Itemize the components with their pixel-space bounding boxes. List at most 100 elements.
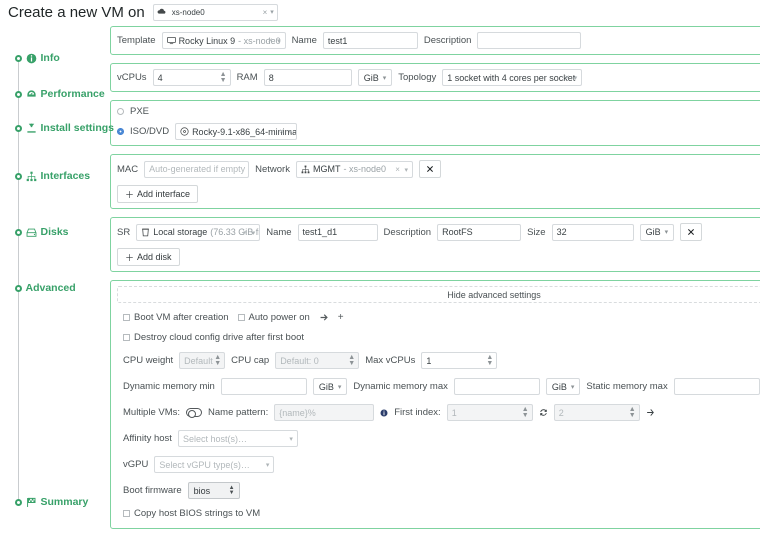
copies-input[interactable]: 2 ▲ ▼ bbox=[553, 404, 640, 421]
chevron-down-icon[interactable]: ▾ bbox=[252, 229, 256, 237]
cpu-cap-input[interactable]: Default: 0 ▲ ▼ bbox=[275, 352, 360, 369]
chevron-down-icon[interactable]: ▾ bbox=[404, 166, 408, 174]
ram-input[interactable]: 8 bbox=[263, 69, 352, 86]
vcpus-input[interactable]: 4 ▲ ▼ bbox=[152, 69, 231, 86]
multiple-vms-toggle[interactable] bbox=[186, 408, 203, 418]
flag-icon bbox=[26, 497, 37, 508]
topology-select[interactable]: 1 socket with 4 cores per socket × ▾ bbox=[442, 69, 583, 86]
remove-interface-button[interactable] bbox=[418, 160, 441, 178]
first-index-value: 1 bbox=[451, 407, 457, 418]
max-vcpus-value: 1 bbox=[426, 355, 432, 366]
name-pattern-input[interactable]: {name}% bbox=[274, 404, 375, 421]
add-interface-button[interactable]: ＋ Add interface bbox=[117, 185, 199, 203]
pxe-radio[interactable] bbox=[117, 108, 124, 115]
disk-name-label: Name bbox=[266, 226, 292, 238]
ram-unit-select[interactable]: GiB ▾ bbox=[357, 69, 393, 86]
cpu-cap-label: CPU cap bbox=[231, 355, 270, 366]
vgpu-select[interactable]: Select vGPU type(s)… ▾ bbox=[154, 456, 275, 473]
stepper-arrows[interactable]: ▲ ▼ bbox=[348, 354, 355, 367]
vcpus-label: vCPUs bbox=[117, 72, 147, 83]
boot-firmware-value: bios bbox=[193, 485, 211, 496]
destroy-cloud-config-checkbox[interactable]: Destroy cloud config drive after first b… bbox=[123, 332, 304, 343]
chevron-down-icon[interactable]: ▾ bbox=[266, 461, 270, 469]
copies-value: 2 bbox=[558, 407, 564, 418]
name-input[interactable]: test1 bbox=[322, 32, 418, 49]
boot-vm-after-creation-checkbox[interactable]: Boot VM after creation bbox=[123, 312, 229, 323]
dynamic-memory-max-unit[interactable]: GiB ▾ bbox=[545, 378, 581, 395]
sr-select[interactable]: Local storage (76.33 GiB free… × ▾ bbox=[136, 223, 261, 241]
rail-item-interfaces[interactable]: Interfaces bbox=[0, 170, 90, 182]
page-title: Create a new VM on bbox=[8, 3, 145, 21]
topology-clear-icon[interactable]: × bbox=[565, 73, 570, 82]
chevron-down-icon[interactable]: ▾ bbox=[574, 74, 578, 82]
stepper-arrows[interactable]: ▲ ▼ bbox=[220, 71, 227, 84]
network-clear-icon[interactable]: × bbox=[395, 165, 400, 174]
max-vcpus-label: Max vCPUs bbox=[365, 355, 416, 366]
rail-item-info[interactable]: Info bbox=[0, 52, 60, 64]
static-memory-max-label: Static memory max bbox=[586, 381, 668, 392]
chevron-down-icon[interactable]: ▾ bbox=[277, 37, 281, 45]
network-icon bbox=[301, 165, 310, 174]
stepper-arrows[interactable]: ▲ ▼ bbox=[486, 354, 493, 367]
chevron-down-icon[interactable]: ▾ bbox=[289, 128, 293, 136]
add-disk-button[interactable]: ＋ Add disk bbox=[117, 248, 180, 266]
rail-item-install-settings[interactable]: Install settings bbox=[0, 122, 114, 134]
apply-arrow-icon[interactable] bbox=[646, 408, 655, 417]
affinity-host-select[interactable]: Select host(s)… ▾ bbox=[177, 430, 298, 447]
sr-clear-icon[interactable]: × bbox=[243, 228, 248, 237]
mac-input[interactable]: Auto-generated if empty bbox=[144, 160, 250, 178]
affinity-placeholder: Select host(s)… bbox=[182, 433, 247, 444]
cpu-cap-placeholder: Default: 0 bbox=[280, 355, 319, 366]
first-index-input[interactable]: 1 ▲ ▼ bbox=[446, 404, 533, 421]
page-header: Create a new VM on xs-node0 × ▾ bbox=[0, 0, 760, 22]
description-input[interactable] bbox=[477, 32, 582, 49]
affinity-host-label: Affinity host bbox=[123, 433, 172, 444]
stepper-arrows[interactable]: ▲ ▼ bbox=[522, 406, 529, 419]
add-power-icon[interactable]: + bbox=[338, 312, 344, 323]
rail-dot bbox=[14, 90, 22, 98]
disk-size-input[interactable]: 32 bbox=[551, 223, 634, 241]
stepper-arrows[interactable]: ▲ ▼ bbox=[629, 406, 636, 419]
rail-item-summary[interactable]: Summary bbox=[0, 496, 88, 508]
add-disk-label: Add disk bbox=[137, 252, 172, 262]
template-select[interactable]: Rocky Linux 9 - xs-node0 × ▾ bbox=[161, 32, 286, 49]
rail-item-disks[interactable]: Disks bbox=[0, 226, 69, 238]
rail-dot bbox=[14, 498, 22, 506]
chevron-down-icon[interactable]: ▾ bbox=[289, 435, 293, 443]
checkbox-box bbox=[123, 510, 130, 517]
network-select[interactable]: MGMT - xs-node0 × ▾ bbox=[295, 160, 413, 178]
isodvd-radio[interactable] bbox=[117, 128, 124, 135]
rail-label: Install settings bbox=[40, 122, 115, 134]
iso-clear-icon[interactable]: × bbox=[279, 127, 284, 136]
node-select[interactable]: xs-node0 × ▾ bbox=[152, 3, 278, 21]
dynamic-memory-max-input[interactable] bbox=[453, 378, 540, 395]
auto-power-on-checkbox[interactable]: Auto power on bbox=[237, 312, 310, 323]
disk-name-input[interactable]: test1_d1 bbox=[297, 223, 378, 241]
toggle-advanced-settings[interactable]: Hide advanced settings bbox=[117, 286, 760, 303]
dynamic-memory-min-input[interactable] bbox=[220, 378, 307, 395]
boot-firmware-label: Boot firmware bbox=[123, 485, 182, 496]
boot-firmware-select[interactable]: bios ▲ ▼ bbox=[187, 482, 240, 499]
max-vcpus-input[interactable]: 1 ▲ ▼ bbox=[421, 352, 498, 369]
vgpu-placeholder: Select vGPU type(s)… bbox=[159, 459, 250, 470]
info-icon[interactable] bbox=[380, 409, 388, 417]
panel-install-settings: PXE ISO/DVD Rocky-9.1-x86_64-minimal.i… … bbox=[110, 100, 760, 146]
refresh-icon[interactable] bbox=[539, 408, 548, 417]
copy-bios-strings-checkbox[interactable]: Copy host BIOS strings to VM bbox=[123, 508, 260, 519]
dynamic-memory-min-unit[interactable]: GiB ▾ bbox=[312, 378, 348, 395]
disk-size-unit-select[interactable]: GiB ▾ bbox=[639, 223, 675, 241]
rail-item-performance[interactable]: Performance bbox=[0, 88, 105, 100]
iso-select[interactable]: Rocky-9.1-x86_64-minimal.i… × ▾ bbox=[175, 123, 298, 140]
cpu-weight-input[interactable]: Default ▲ ▼ bbox=[179, 352, 226, 369]
stepper-arrows[interactable]: ▲ ▼ bbox=[214, 354, 221, 367]
disk-description-input[interactable]: RootFS bbox=[437, 223, 522, 241]
remove-disk-button[interactable] bbox=[680, 223, 703, 241]
checkbox-box bbox=[123, 314, 130, 321]
disk-size-unit-value: GiB bbox=[645, 227, 661, 237]
template-clear-icon[interactable]: × bbox=[268, 36, 273, 45]
node-clear-icon[interactable]: × bbox=[263, 8, 268, 17]
chevron-down-icon[interactable]: ▾ bbox=[270, 8, 274, 16]
vgpu-label: vGPU bbox=[123, 459, 149, 470]
static-memory-max-input[interactable] bbox=[673, 378, 760, 395]
rail-item-advanced[interactable]: Advanced bbox=[0, 282, 76, 294]
